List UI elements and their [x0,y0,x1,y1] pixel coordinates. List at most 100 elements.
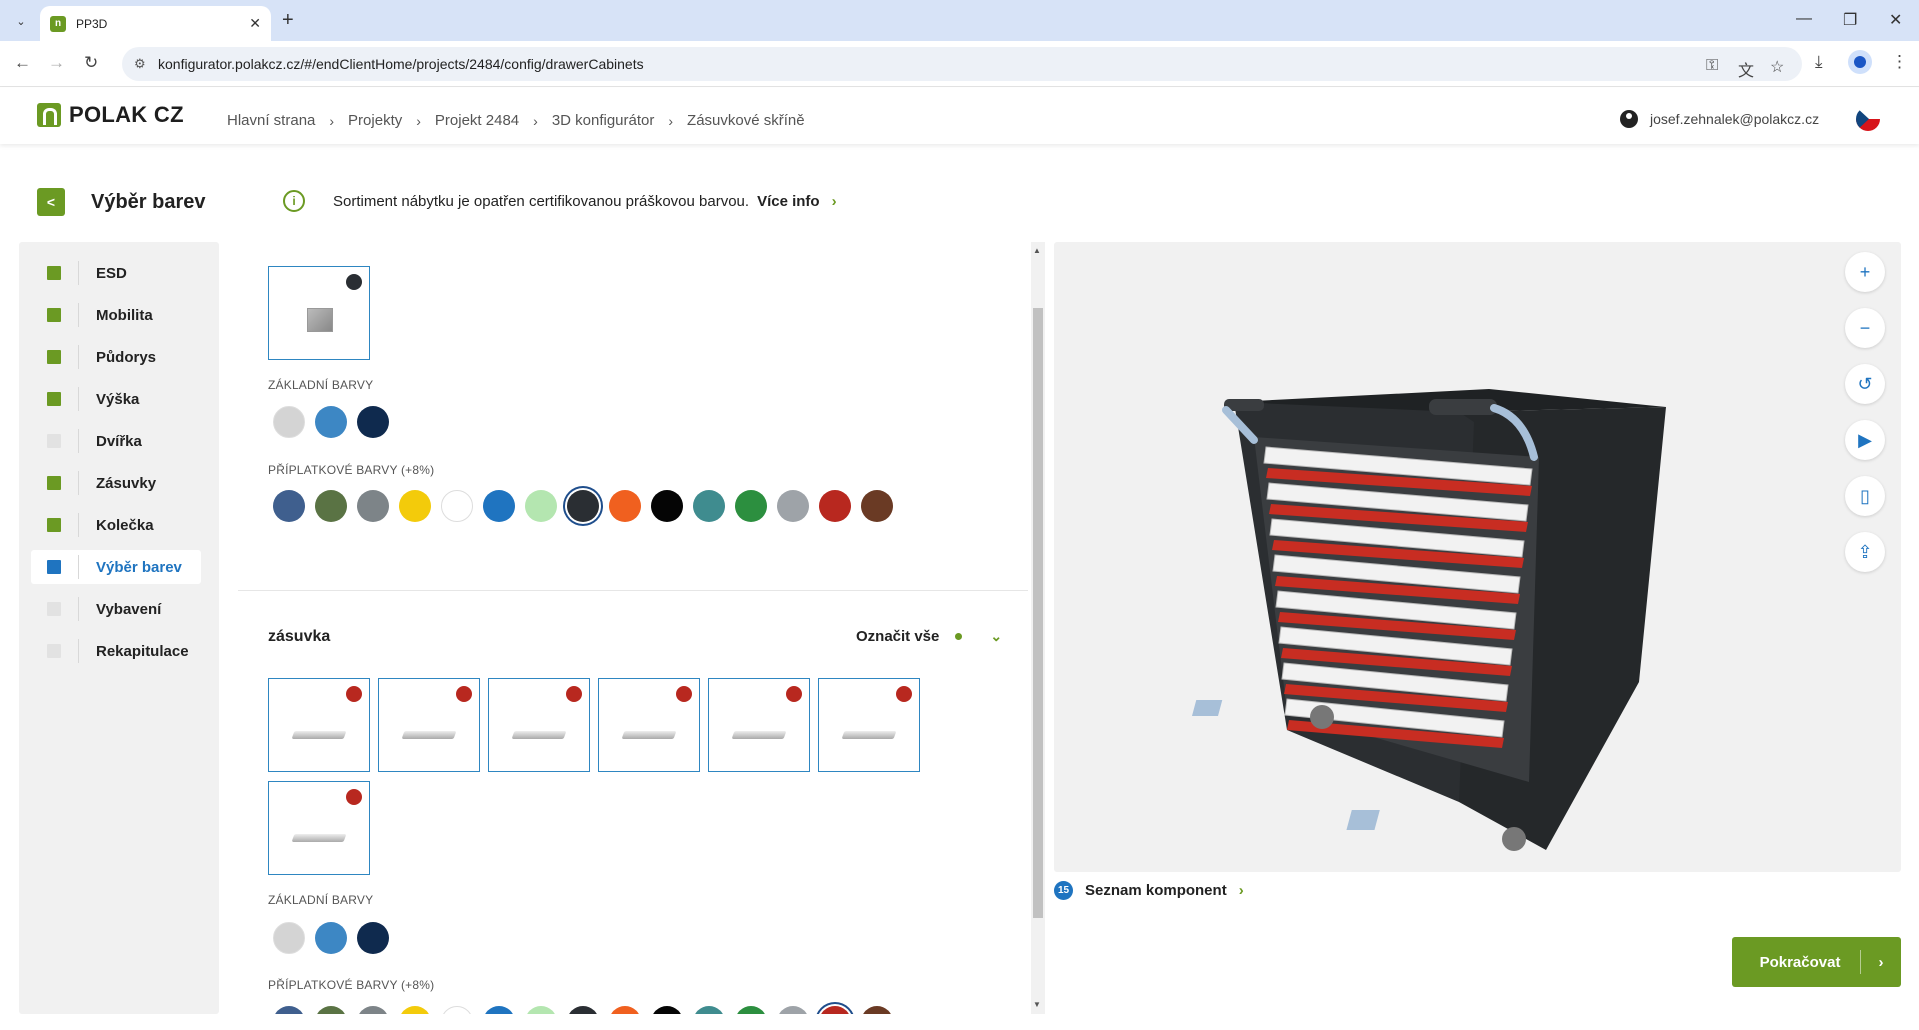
color-swatch[interactable] [399,490,431,522]
color-swatch[interactable] [441,490,473,522]
play-icon[interactable]: ▶ [1845,420,1885,460]
zoom-in-icon[interactable]: + [1845,252,1885,292]
chrome-menu-icon[interactable]: ⋮ [1891,52,1908,72]
component-list-link[interactable]: 15 Seznam komponent › [1054,881,1244,900]
drawer-thumbnail[interactable] [268,781,370,875]
drawer-thumbnail[interactable] [598,678,700,772]
download-icon[interactable]: ⤓ [1815,52,1823,72]
selected-color-dot [346,789,362,805]
color-swatch[interactable] [315,406,347,438]
color-swatch[interactable] [651,1006,683,1014]
sidebar-item[interactable]: Výška [31,382,201,416]
color-swatch[interactable] [693,1006,725,1014]
chevron-right-icon[interactable]: › [832,193,837,210]
color-swatch[interactable] [819,490,851,522]
window-close-icon[interactable]: ✕ [1889,10,1902,30]
sidebar-item-label: ESD [96,264,127,282]
breadcrumb-item[interactable]: 3D konfigurátor [552,112,655,129]
polak-logo[interactable]: POLAK CZ [37,102,184,128]
breadcrumb-item[interactable]: Projekty [348,112,402,129]
tab-search-chevron-icon[interactable]: ⌄ [10,10,32,32]
color-swatch[interactable] [651,490,683,522]
color-swatch[interactable] [483,1006,515,1014]
bookmark-star-icon[interactable]: ☆ [1770,57,1784,77]
color-swatch[interactable] [273,406,305,438]
scroll-up-icon[interactable]: ▲ [1033,246,1041,255]
color-swatch[interactable] [357,406,389,438]
sidebar-item[interactable]: ESD [31,256,201,290]
sidebar-item[interactable]: Výběr barev [31,550,201,584]
profile-avatar-icon[interactable] [1848,50,1872,74]
color-swatch[interactable] [273,490,305,522]
drawer-thumbnail[interactable] [818,678,920,772]
color-swatch[interactable] [777,1006,809,1014]
sidebar-item[interactable]: Půdorys [31,340,201,374]
site-info-icon[interactable]: ⚙ [134,56,146,72]
continue-button[interactable]: Pokračovat › [1732,937,1901,987]
scroll-down-icon[interactable]: ▼ [1033,1000,1041,1009]
forward-icon[interactable]: → [48,53,65,73]
breadcrumb-item[interactable]: Projekt 2484 [435,112,519,129]
browser-tab[interactable]: n PP3D ✕ [40,6,271,41]
back-icon[interactable]: ← [14,53,31,73]
color-swatch[interactable] [819,1006,851,1014]
restore-icon[interactable]: ❐ [1843,10,1857,30]
color-swatch[interactable] [567,1006,599,1014]
color-swatch[interactable] [357,490,389,522]
color-swatch[interactable] [609,490,641,522]
color-swatch[interactable] [861,490,893,522]
sidebar-item[interactable]: Kolečka [31,508,201,542]
chevron-down-icon[interactable]: ⌄ [990,628,1002,645]
zoom-out-icon[interactable]: − [1845,308,1885,348]
color-swatch[interactable] [483,490,515,522]
color-swatch[interactable] [861,1006,893,1014]
color-swatch[interactable] [735,490,767,522]
sidebar-item[interactable]: Dvířka [31,424,201,458]
reload-icon[interactable]: ↻ [84,53,98,73]
color-swatch[interactable] [777,490,809,522]
translate-icon[interactable]: 文 [1738,57,1754,81]
color-swatch[interactable] [693,490,725,522]
password-key-icon[interactable]: ⚿ [1706,57,1718,75]
color-swatch[interactable] [273,1006,305,1014]
color-swatch[interactable] [567,490,599,522]
user-account[interactable]: josef.zehnalek@polakcz.cz [1620,110,1819,128]
color-swatch[interactable] [315,1006,347,1014]
minimize-icon[interactable]: — [1796,10,1812,28]
scrollbar-thumb[interactable] [1033,308,1043,918]
drawer-thumbnail[interactable] [708,678,810,772]
sidebar-item[interactable]: Mobilita [31,298,201,332]
new-tab-icon[interactable]: + [282,9,294,32]
breadcrumb-item[interactable]: Zásuvkové skříně [687,112,805,129]
sidebar-item[interactable]: Rekapitulace [31,634,201,668]
component-thumbnail[interactable] [268,266,370,360]
reset-view-icon[interactable]: ↺ [1845,364,1885,404]
mark-all-button[interactable]: Označit vše ⌄ [856,628,1002,645]
panel-scrollbar[interactable]: ▲ ▼ [1031,242,1045,1014]
color-swatch[interactable] [735,1006,767,1014]
sidebar-item[interactable]: Vybavení [31,592,201,626]
breadcrumb-item[interactable]: Hlavní strana [227,112,315,129]
color-swatch[interactable] [525,490,557,522]
drawer-thumbnail[interactable] [268,678,370,772]
drawer-thumbnail[interactable] [378,678,480,772]
color-swatch[interactable] [357,922,389,954]
czech-flag-icon[interactable] [1856,107,1880,131]
color-swatch[interactable] [609,1006,641,1014]
share-icon[interactable]: ⇪ [1845,532,1885,572]
3d-viewer[interactable]: + − ↺ ▶ ▯ ⇪ [1054,242,1901,872]
more-info-link[interactable]: Více info [757,193,820,210]
color-swatch[interactable] [399,1006,431,1014]
url-field[interactable]: ⚙ konfigurator.polakcz.cz/#/endClientHom… [122,47,1802,81]
color-swatch[interactable] [357,1006,389,1014]
back-button[interactable]: < [37,188,65,216]
color-swatch[interactable] [315,490,347,522]
split-view-icon[interactable]: ▯ [1845,476,1885,516]
sidebar-item[interactable]: Zásuvky [31,466,201,500]
color-swatch[interactable] [441,1006,473,1014]
color-swatch[interactable] [273,922,305,954]
color-swatch[interactable] [315,922,347,954]
drawer-thumbnail[interactable] [488,678,590,772]
color-swatch[interactable] [525,1006,557,1014]
tab-close-icon[interactable]: ✕ [249,15,261,32]
